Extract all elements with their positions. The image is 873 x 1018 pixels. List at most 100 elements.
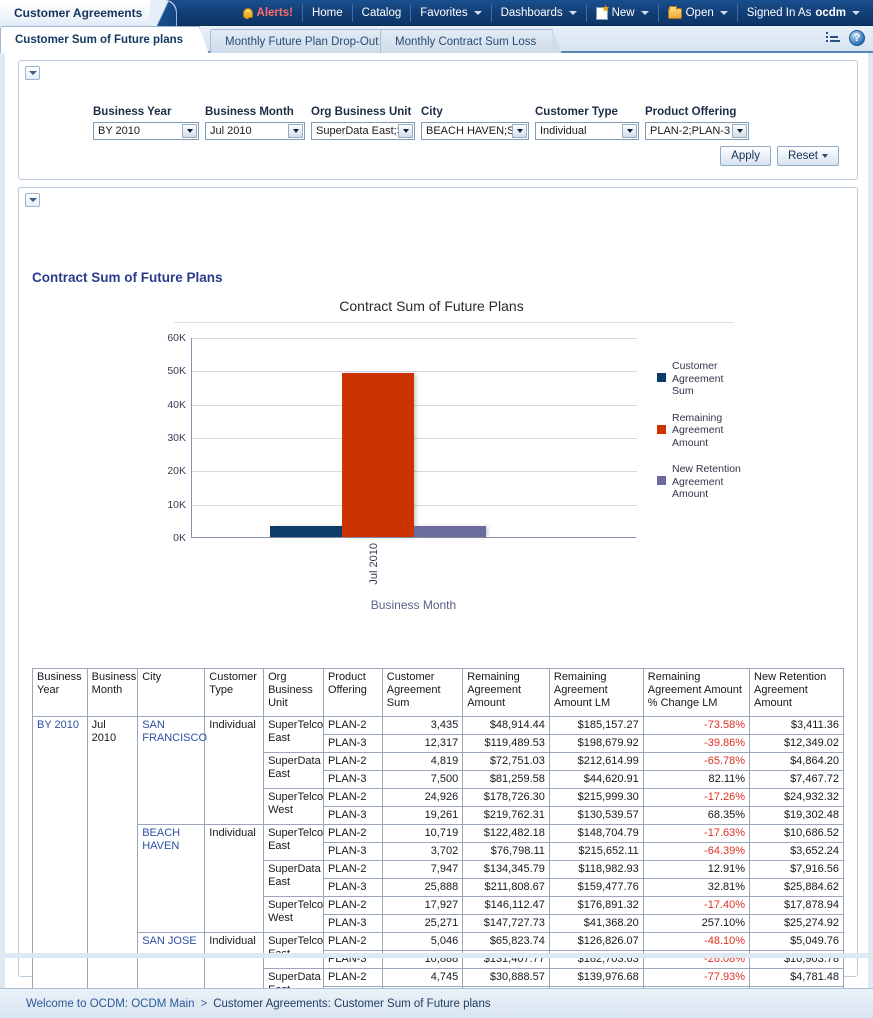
- table-header-cell[interactable]: Business Month: [86, 668, 139, 717]
- collapse-report-button[interactable]: [25, 193, 40, 207]
- tab-monthly-future-plan-drop-out[interactable]: Monthly Future Plan Drop-Out: [210, 29, 405, 54]
- filter-org-business-unit: Org Business Unit SuperData East;S: [311, 106, 415, 140]
- chart-xaxis-title: Business Month: [370, 598, 457, 612]
- table-header-row: Business Year Business Month City Customer …: [32, 668, 844, 717]
- table-header-cell[interactable]: Remaining Agreement Amount: [462, 668, 550, 717]
- cell-remaining-agreement-pct-change-lm: -17.26%: [642, 788, 751, 807]
- chart-gridline: [192, 338, 637, 339]
- chart-bar[interactable]: [342, 372, 414, 537]
- cell-customer-agreement-sum: 5,046: [381, 932, 464, 951]
- product-offering-value: PLAN-2;PLAN-3: [650, 125, 731, 137]
- cell-customer-agreement-sum: 12,317: [381, 734, 464, 753]
- chevron-down-icon: [640, 11, 649, 15]
- table-header-cell[interactable]: New Retention Agreement Amount: [749, 668, 844, 717]
- legend-swatch: [657, 476, 666, 485]
- apply-button[interactable]: Apply: [720, 146, 771, 166]
- cell-new-retention-agreement-amount: $3,652.24: [749, 842, 844, 861]
- org-business-unit-select[interactable]: SuperData East;S: [311, 122, 415, 140]
- chevron-down-icon[interactable]: [288, 124, 303, 138]
- table-header-cell[interactable]: Customer Type: [204, 668, 265, 717]
- cell-product-offering: PLAN-3: [322, 878, 383, 897]
- chart-category-label: Jul 2010: [368, 543, 380, 585]
- chart-legend-item[interactable]: Remaining Agreement Amount: [657, 412, 752, 450]
- filter-customer-type: Customer Type Individual: [535, 106, 639, 140]
- nav-catalog-label: Catalog: [361, 7, 402, 19]
- cell-remaining-agreement-amount: $134,345.79: [462, 860, 550, 879]
- nav-open[interactable]: Open: [659, 4, 738, 22]
- nav-alerts[interactable]: Alerts!: [233, 4, 303, 22]
- city-select[interactable]: BEACH HAVEN;SA: [421, 122, 529, 140]
- cell-remaining-agreement-amount: $178,726.30: [462, 788, 550, 807]
- chart-ytick-label: 60K: [167, 332, 186, 344]
- customer-type-value: Individual: [540, 125, 587, 137]
- breadcrumb-home-link[interactable]: Welcome to OCDM: OCDM Main: [26, 998, 194, 1010]
- table-header-cell[interactable]: Product Offering: [322, 668, 383, 717]
- collapse-prompt-button[interactable]: [25, 66, 40, 80]
- help-icon[interactable]: ?: [849, 30, 865, 46]
- cell-customer-agreement-sum: 19,261: [381, 806, 464, 825]
- pivot-table-wrap: Business Year Business Month City Customer …: [32, 668, 844, 1018]
- reset-button[interactable]: Reset: [776, 146, 839, 166]
- product-offering-select[interactable]: PLAN-2;PLAN-3: [645, 122, 749, 140]
- chart-bar[interactable]: [270, 525, 342, 537]
- chevron-down-icon[interactable]: [398, 124, 413, 138]
- cell-remaining-agreement-amount-lm: $198,679.92: [548, 734, 644, 753]
- nav-home[interactable]: Home: [303, 4, 353, 22]
- reset-label: Reset: [787, 150, 818, 162]
- cell-remaining-agreement-amount: $65,823.74: [462, 932, 550, 951]
- cell-remaining-agreement-pct-change-lm: -64.39%: [642, 842, 751, 861]
- chart-legend-item[interactable]: New Retention Agreement Amount: [657, 463, 752, 501]
- cell-business-year[interactable]: BY 2010: [32, 716, 88, 1018]
- customer-type-select[interactable]: Individual: [535, 122, 639, 140]
- cell-org-business-unit: SuperTelco East: [263, 932, 324, 969]
- business-month-select[interactable]: Jul 2010: [205, 122, 305, 140]
- table-header-cell[interactable]: City: [137, 668, 206, 717]
- dashboard-body: Business Year BY 2010 Business Month Jul…: [0, 53, 873, 1018]
- cell-customer-agreement-sum: 4,819: [381, 752, 464, 771]
- nav-catalog[interactable]: Catalog: [353, 4, 412, 22]
- tab-monthly-contract-sum-loss[interactable]: Monthly Contract Sum Loss: [380, 29, 563, 54]
- chart-ytick-label: 40K: [167, 398, 186, 411]
- nav-new[interactable]: New: [587, 4, 659, 22]
- table-header-cell[interactable]: Remaining Agreement Amount LM: [548, 668, 644, 717]
- chart-bar[interactable]: [414, 525, 486, 537]
- prompt-panel: Business Year BY 2010 Business Month Jul…: [18, 60, 858, 180]
- cell-remaining-agreement-amount-lm: $159,477.76: [548, 878, 644, 897]
- cell-remaining-agreement-amount-lm: $215,999.30: [548, 788, 644, 807]
- table-header-cell[interactable]: Remaining Agreement Amount % Change LM: [642, 668, 751, 717]
- chevron-down-icon[interactable]: [732, 124, 747, 138]
- app-title-label: Customer Agreements: [14, 6, 143, 20]
- nav-dashboards-label: Dashboards: [500, 7, 563, 19]
- cell-new-retention-agreement-amount: $25,884.62: [749, 878, 844, 897]
- chevron-down-icon[interactable]: [182, 124, 197, 138]
- legend-label: Customer Agreement Sum: [672, 360, 724, 397]
- page-options-icon[interactable]: [826, 31, 841, 45]
- chart-title-divider: [174, 322, 734, 323]
- app-title-tab[interactable]: Customer Agreements: [0, 0, 178, 26]
- chart-ytick-label: 0K: [173, 532, 186, 544]
- table-header-cell[interactable]: Business Year: [32, 668, 88, 717]
- cell-city[interactable]: SAN FRANCISCO: [137, 716, 207, 825]
- prompt-filters: Business Year BY 2010 Business Month Jul…: [93, 106, 755, 140]
- cell-city[interactable]: BEACH HAVEN: [137, 824, 206, 933]
- chart-plot-area: 0K 10K 20K 30K 40K 50K 60K: [167, 332, 637, 544]
- cell-org-business-unit: SuperTelco West: [263, 788, 324, 825]
- cell-customer-agreement-sum: 3,702: [381, 842, 464, 861]
- nav-dashboards[interactable]: Dashboards: [492, 4, 587, 22]
- chart-legend-item[interactable]: Customer Agreement Sum: [657, 360, 752, 398]
- cell-customer-type: Individual: [204, 824, 265, 933]
- chevron-down-icon[interactable]: [512, 124, 527, 138]
- dashboard-page: Customer Agreements Alerts! Home Catalog…: [0, 0, 873, 1018]
- business-month-value: Jul 2010: [210, 125, 252, 137]
- cell-remaining-agreement-amount: $30,888.57: [462, 968, 550, 987]
- chevron-down-icon[interactable]: [622, 124, 637, 138]
- nav-favorites[interactable]: Favorites: [411, 4, 492, 22]
- table-header-cell[interactable]: Customer Agreement Sum: [381, 668, 464, 717]
- nav-signed-in-as[interactable]: Signed In As ocdm: [738, 4, 869, 22]
- cell-product-offering: PLAN-3: [322, 842, 383, 861]
- table-header-cell[interactable]: Org Business Unit: [263, 668, 324, 717]
- cell-remaining-agreement-pct-change-lm: -39.86%: [642, 734, 751, 753]
- tab-customer-sum-of-future-plans[interactable]: Customer Sum of Future plans: [0, 26, 210, 54]
- business-year-select[interactable]: BY 2010: [93, 122, 199, 140]
- legend-swatch: [657, 424, 666, 434]
